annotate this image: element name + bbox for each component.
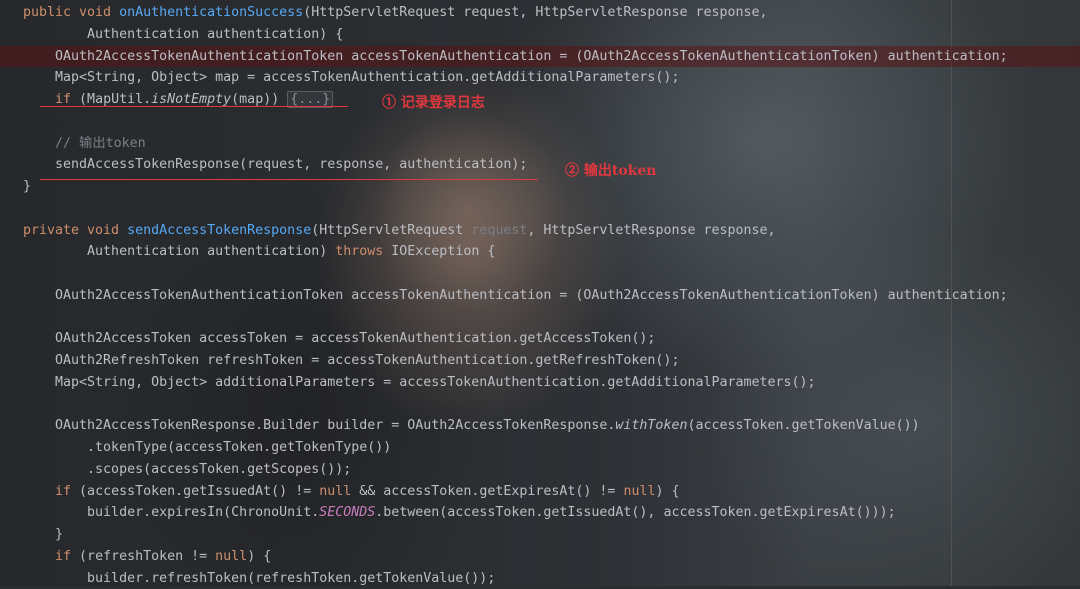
code-line-text: Authentication authentication) throws IO… xyxy=(23,241,495,262)
code-line[interactable]: builder.refreshToken(refreshToken.getTok… xyxy=(0,568,1080,589)
code-line[interactable]: if (refreshToken != null) { xyxy=(0,546,1080,567)
code-token: null xyxy=(215,548,248,564)
code-token: .between(accessToken.getIssuedAt(), acce… xyxy=(375,505,896,521)
code-token: (refreshToken != xyxy=(71,548,216,564)
code-token: .scopes(accessToken.getScopes()); xyxy=(23,461,352,477)
code-line-text: .tokenType(accessToken.getTokenType()) xyxy=(23,437,391,458)
code-token: request xyxy=(471,222,528,238)
code-token: .tokenType(accessToken.getTokenType()) xyxy=(23,440,392,455)
code-token: IOException { xyxy=(383,244,496,260)
code-token: if xyxy=(55,92,72,107)
code-line-text: OAuth2AccessTokenResponse.Builder builde… xyxy=(23,415,920,436)
code-token: (accessToken.getIssuedAt() != xyxy=(71,483,320,499)
code-token: builder.expiresIn(ChronoUnit. xyxy=(23,505,320,521)
code-token: sendAccessTokenResponse xyxy=(127,222,312,238)
code-token: (map)) xyxy=(231,92,288,107)
code-token: OAuth2AccessTokenResponse.Builder builde… xyxy=(23,418,616,434)
code-line-text: Map<String, Object> map = accessTokenAut… xyxy=(23,67,679,88)
code-token: Map<String, Object> additionalParameters… xyxy=(23,374,816,390)
code-line-text: Map<String, Object> additionalParameters… xyxy=(23,372,816,393)
code-line[interactable]: OAuth2AccessToken accessToken = accessTo… xyxy=(0,328,1080,349)
code-token: (HttpServletRequest request, HttpServlet… xyxy=(303,5,768,20)
code-line-text: builder.refreshToken(refreshToken.getTok… xyxy=(23,568,495,589)
code-line-text: if (accessToken.getIssuedAt() != null &&… xyxy=(23,481,680,502)
code-token: , HttpServletResponse response, xyxy=(527,222,776,238)
code-token: Authentication authentication) xyxy=(23,244,336,260)
code-line-text: OAuth2AccessToken accessToken = accessTo… xyxy=(23,328,655,349)
code-line-text: sendAccessTokenResponse(request, respons… xyxy=(23,154,527,175)
code-line[interactable]: Authentication authentication) { xyxy=(0,24,1080,45)
code-token: if xyxy=(55,548,72,564)
code-token: public void xyxy=(23,5,120,20)
code-line[interactable]: Authentication authentication) throws IO… xyxy=(0,241,1080,262)
annotation-log: ① 记录登录日志 xyxy=(382,95,485,111)
code-line-text: private void sendAccessTokenResponse(Htt… xyxy=(23,220,776,241)
code-line[interactable] xyxy=(0,307,1080,328)
code-line[interactable]: OAuth2AccessTokenResponse.Builder builde… xyxy=(0,415,1080,436)
code-token: (HttpServletRequest xyxy=(311,222,472,238)
code-token: Map<String, Object> map = accessTokenAut… xyxy=(23,70,680,86)
code-line[interactable]: public void onAuthenticationSuccess(Http… xyxy=(0,2,1080,23)
code-line[interactable]: .scopes(accessToken.getScopes()); xyxy=(0,459,1080,480)
code-token: OAuth2AccessToken accessToken = accessTo… xyxy=(23,331,656,347)
code-line[interactable]: // 输出token xyxy=(0,133,1080,154)
annotation-output: ② 输出token xyxy=(565,163,657,179)
code-token: ) { xyxy=(655,483,680,499)
code-token: throws xyxy=(335,244,384,260)
code-token: && accessToken.getExpiresAt() != xyxy=(351,483,624,499)
code-line[interactable]: OAuth2AccessTokenAuthenticationToken acc… xyxy=(0,285,1080,306)
code-line[interactable] xyxy=(0,111,1080,132)
code-line[interactable]: OAuth2RefreshToken refreshToken = access… xyxy=(0,350,1080,371)
code-line[interactable]: sendAccessTokenResponse(request, respons… xyxy=(0,154,1080,175)
code-token: sendAccessTokenResponse(request, respons… xyxy=(23,157,528,173)
code-line-text: // 输出token xyxy=(23,133,146,154)
code-line-text: } xyxy=(23,524,63,545)
code-token: OAuth2RefreshToken refreshToken = access… xyxy=(23,353,680,368)
code-token: } xyxy=(23,527,64,542)
code-token: isNotEmpty xyxy=(151,92,232,107)
code-token: builder.refreshToken(refreshToken.getTok… xyxy=(23,570,496,586)
code-line[interactable] xyxy=(0,263,1080,284)
annotation-underline-output xyxy=(40,179,538,180)
code-line[interactable]: .tokenType(accessToken.getTokenType()) xyxy=(0,437,1080,458)
code-line[interactable] xyxy=(0,198,1080,219)
code-token: null xyxy=(319,483,352,499)
code-line[interactable]: Map<String, Object> map = accessTokenAut… xyxy=(0,67,1080,88)
code-line[interactable]: OAuth2AccessTokenAuthenticationToken acc… xyxy=(0,45,1080,67)
code-line[interactable]: } xyxy=(0,524,1080,545)
code-line-text: public void onAuthenticationSuccess(Http… xyxy=(23,2,768,23)
code-line[interactable]: private void sendAccessTokenResponse(Htt… xyxy=(0,220,1080,241)
code-token: } xyxy=(23,179,32,194)
code-token: (MapUtil. xyxy=(71,92,152,107)
code-line[interactable]: Map<String, Object> additionalParameters… xyxy=(0,372,1080,393)
code-token: if xyxy=(55,483,72,499)
code-line[interactable]: if (accessToken.getIssuedAt() != null &&… xyxy=(0,481,1080,502)
annotation-underline-log xyxy=(40,106,348,107)
code-line-text: builder.expiresIn(ChronoUnit.SECONDS.bet… xyxy=(23,502,896,523)
code-token: OAuth2AccessTokenAuthenticationToken acc… xyxy=(23,48,1008,64)
code-token: OAuth2AccessTokenAuthenticationToken acc… xyxy=(23,287,1008,303)
code-token: Authentication authentication) { xyxy=(23,26,344,42)
code-line-text: OAuth2AccessTokenAuthenticationToken acc… xyxy=(23,285,1008,306)
code-token: null xyxy=(623,483,656,499)
code-line-text: OAuth2RefreshToken refreshToken = access… xyxy=(23,350,679,371)
code-line[interactable]: builder.expiresIn(ChronoUnit.SECONDS.bet… xyxy=(0,502,1080,523)
code-token: (accessToken.getTokenValue()) xyxy=(687,418,920,434)
code-line-text: .scopes(accessToken.getScopes()); xyxy=(23,459,351,480)
code-token: withToken xyxy=(615,418,688,434)
code-line[interactable] xyxy=(0,394,1080,415)
code-line-text: Authentication authentication) { xyxy=(23,24,343,45)
code-line-text: if (refreshToken != null) { xyxy=(23,546,271,567)
code-token: SECONDS xyxy=(319,505,376,521)
code-token: ) { xyxy=(247,548,272,564)
code-token: onAuthenticationSuccess xyxy=(119,5,304,20)
code-line-text: } xyxy=(23,176,31,197)
code-editor[interactable]: public void onAuthenticationSuccess(Http… xyxy=(0,0,1080,586)
code-token: private void xyxy=(23,222,128,238)
code-line-text: OAuth2AccessTokenAuthenticationToken acc… xyxy=(23,46,1008,67)
code-token: // 输出token xyxy=(23,135,146,151)
